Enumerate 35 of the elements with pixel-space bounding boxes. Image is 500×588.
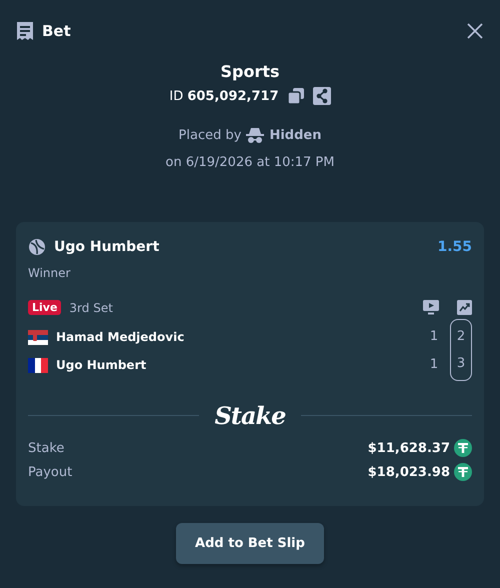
match-period: 3rd Set: [69, 300, 114, 314]
tether-coin-icon: [454, 439, 472, 457]
bet-category: Sports: [220, 62, 280, 81]
stats-button[interactable]: [457, 300, 472, 315]
bet-id: ID 605,092,717: [169, 88, 279, 104]
selection-name: Ugo Humbert: [54, 239, 160, 255]
tether-coin-icon: [454, 463, 472, 481]
odds-value: 1.55: [437, 239, 472, 255]
brand-logo: Stake: [214, 401, 286, 430]
flag-icon: [28, 330, 48, 344]
market-name: Winner: [28, 266, 72, 280]
modal-title: Bet: [42, 22, 72, 40]
player-name: Hamad Medjedovic: [56, 330, 184, 344]
amount-value: $18,023.98: [368, 464, 450, 480]
placed-by-label: Placed by: [178, 128, 242, 142]
flag-icon: [28, 358, 48, 372]
set-score: 3: [456, 355, 466, 373]
username: Hidden: [269, 128, 322, 142]
incognito-icon: [246, 127, 264, 143]
tennis-ball-icon: [28, 238, 46, 256]
placed-date: on 6/19/2026 at 10:17 PM: [166, 155, 334, 170]
player-name: Ugo Humbert: [56, 358, 146, 372]
share-button[interactable]: [312, 87, 331, 105]
set-score: 1: [430, 356, 438, 374]
copy-button[interactable]: [286, 87, 305, 105]
set-score: 2: [456, 328, 466, 346]
set-score: 1: [430, 328, 438, 346]
amount-value: $11,628.37: [368, 440, 450, 456]
close-button[interactable]: [466, 22, 484, 40]
add-to-bet-slip-button[interactable]: Add to Bet Slip: [176, 523, 324, 564]
live-badge: Live: [28, 300, 62, 315]
amount-label: Stake: [28, 440, 66, 456]
amount-label: Payout: [28, 464, 74, 480]
live-stream-button[interactable]: [423, 300, 439, 315]
receipt-icon: [16, 21, 34, 41]
